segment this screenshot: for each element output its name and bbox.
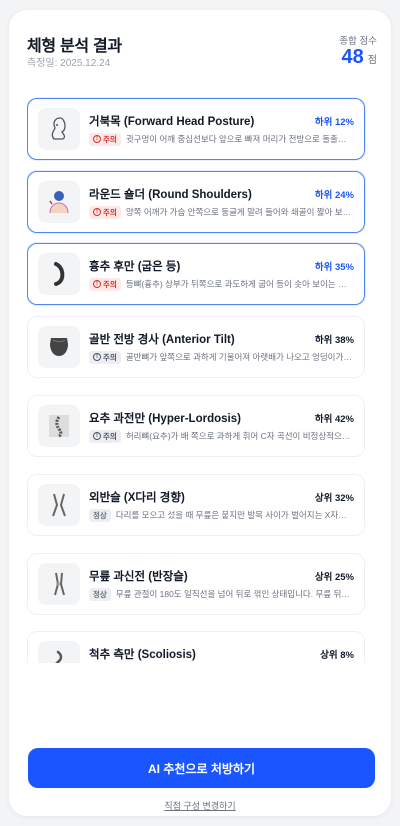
- status-badge-label: 주의: [103, 431, 117, 441]
- posture-card[interactable]: 흉추 후만 (굽은 등) 하위 35%! 주의 등뼈(흉추) 상부가 뒤쪽으로 과도하…: [27, 243, 365, 305]
- spine-curve-icon: [38, 253, 80, 295]
- card-detail-row: !주의 허리뼈(요추)가 배 쪽으로 과하게 휘어 C자 곡선이 비정상적으로 심…: [89, 429, 354, 443]
- card-detail-row: !주의 귓구멍이 어깨 중심선보다 앞으로 빠져 머리가 전방으로 돌출된 상태입…: [89, 132, 354, 146]
- card-title: 흉추 후만 (굽은 등): [89, 261, 181, 273]
- header: 체형 분석 결과 측정일: 2025.12.24 종합 점수 48 점: [27, 30, 377, 84]
- card-detail-row: !주의 골반뼈가 앞쪽으로 과하게 기울어져 아랫배가 나오고 엉덩이가 오리처럼…: [89, 350, 354, 364]
- card-rank: 하위 24%: [314, 190, 354, 201]
- card-detail-row: 정상 무릎 관절이 180도 일직선을 넘어 뒤로 꺾인 상태입니다. 무릎 뒤쪽…: [89, 587, 354, 601]
- status-badge: ! 주의: [89, 429, 121, 443]
- card-rank: 상위 25%: [314, 572, 354, 583]
- card-description: 양쪽 어깨가 가슴 안쪽으로 둥글게 말려 들어와 쇄골이 짧아 보이는 상태입…: [125, 207, 354, 217]
- card-title: 라운드 숄더 (Round Shoulders): [89, 189, 252, 201]
- status-badge-label: 주의: [103, 134, 117, 144]
- card-rank: 하위 38%: [314, 335, 354, 346]
- card-rank: 하위 12%: [314, 117, 354, 128]
- knee-icon: [38, 563, 80, 605]
- card-rank: 상위 32%: [314, 493, 354, 504]
- manual-edit-link[interactable]: 직접 구성 변경하기: [9, 799, 391, 812]
- status-badge: ! 주의: [89, 350, 121, 364]
- alert-icon: !: [93, 353, 101, 361]
- status-badge: ! 주의: [89, 132, 121, 146]
- posture-card[interactable]: 요추 과전만 (Hyper-Lordosis) 하위 42%! 주의 허리뼈(요추)가…: [27, 395, 365, 457]
- card-description: 등뼈(흉추) 상부가 뒤쪽으로 과도하게 굽어 등이 솟아 보이는 상태입니다.: [125, 279, 354, 289]
- posture-card[interactable]: 척추 측만 (Scoliosis)상위 8%정상척추가 정면에서 보았을 때 일…: [27, 631, 365, 663]
- posture-card[interactable]: 라운드 숄더 (Round Shoulders) 하위 24%! 주의 양쪽 어깨가 …: [27, 171, 365, 233]
- legs-icon: [38, 484, 80, 526]
- pelvis-icon: [38, 326, 80, 368]
- posture-card[interactable]: 무릎 과신전 (반장슬) 상위 25% 정상 무릎 관절이 180도 일직선을 넘어 …: [27, 553, 365, 615]
- status-badge: ! 주의: [89, 205, 121, 219]
- scoliosis-icon: [38, 641, 80, 663]
- status-badge-label: 주의: [103, 207, 117, 217]
- alert-icon: !: [93, 280, 101, 288]
- measure-date: 측정일: 2025.12.24: [27, 58, 111, 69]
- score: 48 점: [342, 46, 377, 69]
- status-badge: 정상: [89, 587, 111, 601]
- card-rank: 하위 35%: [314, 262, 354, 273]
- card-rank: 하위 42%: [314, 414, 354, 425]
- card-title: 요추 과전만 (Hyper-Lordosis): [89, 413, 241, 425]
- neck-icon: [38, 108, 80, 150]
- card-title: 무릎 과신전 (반장슬): [89, 571, 188, 583]
- alert-icon: !: [93, 432, 101, 440]
- card-description: 귓구멍이 어깨 중심선보다 앞으로 빠져 머리가 전방으로 돌출된 상태입니다.: [125, 134, 354, 144]
- card-title: 척추 측만 (Scoliosis): [89, 649, 196, 661]
- card-detail-row: !주의 양쪽 어깨가 가슴 안쪽으로 둥글게 말려 들어와 쇄골이 짧아 보이는 …: [89, 205, 354, 219]
- status-badge: 정상: [89, 508, 111, 522]
- status-badge-label: 주의: [103, 352, 117, 362]
- card-title: 외반슬 (X다리 경향): [89, 492, 185, 504]
- lumbar-icon: [38, 405, 80, 447]
- card-detail-row: 정상 다리를 모으고 섰을 때 무릎은 붙지만 발목 사이가 벌어지는 X자형 다…: [89, 508, 354, 522]
- status-badge-label: 정상: [93, 589, 107, 599]
- status-badge-label: 정상: [93, 510, 107, 520]
- result-screen: 체형 분석 결과 측정일: 2025.12.24 종합 점수 48 점 거북목 …: [9, 10, 391, 816]
- alert-icon: !: [93, 135, 101, 143]
- card-description: 허리뼈(요추)가 배 쪽으로 과하게 휘어 C자 곡선이 비정상적으로 심한 상…: [125, 431, 354, 441]
- shoulder-icon: [38, 181, 80, 223]
- card-rank: 상위 8%: [320, 650, 354, 661]
- score-value: 48: [341, 46, 364, 68]
- card-title: 골반 전방 경사 (Anterior Tilt): [89, 334, 235, 346]
- ai-prescribe-button[interactable]: AI 추천으로 처방하기: [28, 748, 375, 788]
- card-description: 골반뼈가 앞쪽으로 과하게 기울어져 아랫배가 나오고 엉덩이가 오리처럼 보이…: [125, 352, 354, 362]
- card-description: 다리를 모으고 섰을 때 무릎은 붙지만 발목 사이가 벌어지는 X자형 다리 …: [115, 510, 354, 520]
- score-label: 종합 점수: [339, 36, 377, 47]
- card-description: 무릎 관절이 180도 일직선을 넘어 뒤로 꺾인 상태입니다. 무릎 뒤쪽 인…: [115, 589, 354, 599]
- card-detail-row: !주의 등뼈(흉추) 상부가 뒤쪽으로 과도하게 굽어 등이 솟아 보이는 상태입…: [89, 277, 354, 291]
- score-unit: 점: [367, 55, 377, 66]
- status-badge-label: 주의: [103, 279, 117, 289]
- posture-card[interactable]: 거북목 (Forward Head Posture) 하위 12%! 주의 귓구멍이 …: [27, 98, 365, 160]
- posture-card[interactable]: 골반 전방 경사 (Anterior Tilt) 하위 38%! 주의 골반뼈가 앞쪽…: [27, 316, 365, 378]
- posture-card[interactable]: 외반슬 (X다리 경향) 상위 32% 정상 다리를 모으고 섰을 때 무릎은 붙지만…: [27, 474, 365, 536]
- page-title: 체형 분석 결과: [27, 38, 122, 55]
- card-title: 거북목 (Forward Head Posture): [89, 116, 255, 128]
- status-badge: ! 주의: [89, 277, 121, 291]
- posture-card-list[interactable]: 거북목 (Forward Head Posture) 하위 12%! 주의 귓구멍이 …: [27, 88, 377, 663]
- alert-icon: !: [93, 208, 101, 216]
